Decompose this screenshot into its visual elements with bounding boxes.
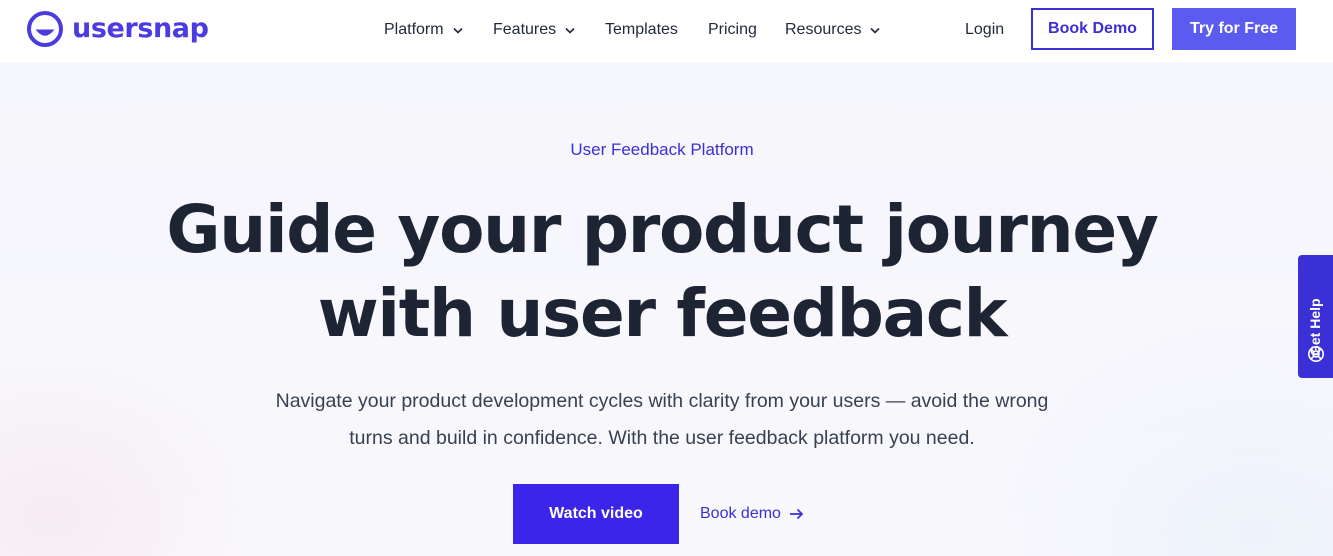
hero-headline-line-1: Guide your product journey (166, 191, 1158, 268)
usersnap-logo-icon (27, 11, 63, 47)
book-demo-link[interactable]: Book demo (700, 503, 804, 525)
nav-pricing-label: Pricing (708, 21, 757, 38)
chevron-down-icon (453, 27, 463, 34)
hero-headline: Guide your product journey with user fee… (0, 188, 1324, 356)
usersnap-logo[interactable]: usersnap (26, 10, 209, 48)
nav-templates[interactable]: Templates (605, 18, 678, 42)
nav-resources[interactable]: Resources (785, 18, 881, 42)
hero-subtext-line-1: Navigate your product development cycles… (275, 390, 1049, 412)
book-demo-link-label: Book demo (700, 505, 781, 522)
lifebuoy-icon (1308, 346, 1324, 362)
nav-templates-label: Templates (605, 21, 678, 38)
site-header: usersnap Platform Features Templates Pri… (0, 0, 1333, 62)
nav-platform-label: Platform (384, 21, 444, 38)
book-demo-button[interactable]: Book Demo (1031, 8, 1154, 50)
chevron-down-icon (565, 27, 575, 34)
watch-video-button[interactable]: Watch video (513, 484, 679, 544)
hero-eyebrow: User Feedback Platform (570, 140, 754, 159)
chevron-down-icon (870, 27, 881, 34)
arrow-right-icon (789, 508, 804, 520)
nav-features[interactable]: Features (493, 18, 575, 42)
hero-subtext-line-2: turns and build in confidence. With the … (349, 427, 975, 449)
get-help-tab[interactable]: Get Help (1298, 255, 1333, 378)
hero-headline-line-2: with user feedback (317, 275, 1008, 352)
nav-features-label: Features (493, 21, 557, 38)
login-link[interactable]: Login (965, 18, 1004, 42)
hero-subtext: Navigate your product development cycles… (0, 383, 1324, 457)
nav-resources-label: Resources (785, 21, 862, 38)
logo-wordmark: usersnap (72, 13, 209, 44)
nav-pricing[interactable]: Pricing (708, 18, 757, 42)
try-for-free-button[interactable]: Try for Free (1172, 8, 1296, 50)
nav-platform[interactable]: Platform (384, 18, 463, 42)
